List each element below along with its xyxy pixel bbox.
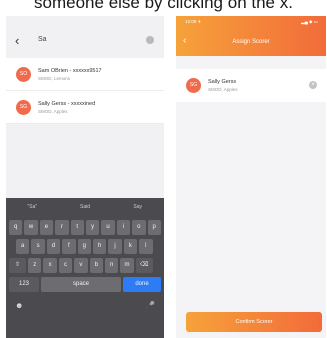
key-l[interactable]: l [139, 239, 153, 254]
key-n[interactable]: n [104, 258, 119, 273]
assign-scorer-screen: 12:08 ✈ ▂▄ ◆ ▭ ‹ Assign Scorer SG Sally … [176, 16, 326, 338]
keyboard-row-3: ⇧ z x c v b n m ⌫ [9, 258, 153, 273]
result-name: Sam OBrien - xxxxxx9517 [38, 68, 102, 74]
suggestion-item[interactable]: Said [59, 198, 112, 216]
key-s[interactable]: s [31, 239, 45, 254]
key-p[interactable]: p [147, 220, 161, 235]
key-y[interactable]: y [85, 220, 100, 235]
key-r[interactable]: r [55, 220, 69, 235]
key-z[interactable]: z [28, 258, 42, 273]
keyboard-row-4: 123 space done [9, 277, 161, 292]
list-item[interactable]: SO Sam OBrien - xxxxxx9517 SMOD, Lemons [6, 58, 164, 91]
done-key[interactable]: done [123, 277, 161, 292]
key-x[interactable]: x [43, 258, 57, 273]
avatar: SG [186, 78, 201, 93]
key-h[interactable]: h [92, 239, 107, 254]
key-d[interactable]: d [46, 239, 61, 254]
key-b[interactable]: b [89, 258, 103, 273]
back-chevron-icon[interactable]: ‹ [15, 34, 19, 47]
key-o[interactable]: o [132, 220, 146, 235]
suggestion-item[interactable]: "Sa" [6, 198, 59, 216]
key-q[interactable]: q [9, 220, 23, 235]
key-c[interactable]: c [58, 258, 73, 273]
suggestion-item[interactable]: Say [111, 198, 164, 216]
backspace-key[interactable]: ⌫ [135, 258, 153, 273]
numbers-key[interactable]: 123 [9, 277, 39, 292]
keyboard-suggestions: "Sa" Said Say [6, 198, 164, 216]
key-t[interactable]: t [70, 220, 84, 235]
scorer-subtitle: SMOD, Apples [208, 87, 238, 92]
key-a[interactable]: a [16, 239, 30, 254]
key-f[interactable]: f [62, 239, 76, 254]
keyboard-row-1: qwertyuiop [9, 220, 161, 235]
key-m[interactable]: m [120, 258, 134, 273]
keyboard-row-2: asdfghjkl [16, 239, 153, 254]
result-subtitle: SMOD, Apples [38, 109, 68, 114]
key-v[interactable]: v [74, 258, 88, 273]
search-input[interactable]: Sa [38, 36, 47, 43]
on-screen-keyboard: "Sa" Said Say qwertyuiop asdfghjkl ⇧ zxc… [6, 198, 164, 338]
page-title: Assign Scorer [232, 39, 270, 45]
microphone-icon[interactable]: 🎤 [145, 301, 155, 310]
selected-scorer: SG Sally Gerss SMOD, Apples × [176, 69, 326, 102]
instruction-caption: someone else by clicking on the x. [34, 0, 293, 12]
avatar: SO [16, 67, 31, 82]
search-results: SO Sam OBrien - xxxxxx9517 SMOD, Lemons … [6, 58, 164, 124]
key-w[interactable]: w [24, 220, 38, 235]
key-k[interactable]: k [123, 239, 138, 254]
list-item[interactable]: SG Sally Gerss - xxxxxined SMOD, Apples [6, 91, 164, 124]
key-u[interactable]: u [101, 220, 115, 235]
avatar: SG [16, 100, 31, 115]
key-i[interactable]: i [116, 220, 131, 235]
scorer-name: Sally Gerss [208, 79, 237, 85]
key-g[interactable]: g [77, 239, 91, 254]
status-icons: ▂▄ ◆ ▭ [301, 19, 318, 24]
key-e[interactable]: e [39, 220, 54, 235]
remove-scorer-icon[interactable]: × [309, 81, 317, 89]
shift-key[interactable]: ⇧ [9, 258, 26, 273]
space-key[interactable]: space [41, 277, 121, 292]
search-screen: ‹ Sa SO Sam OBrien - xxxxxx9517 SMOD, Le… [6, 16, 164, 338]
result-name: Sally Gerss - xxxxxined [38, 101, 96, 107]
status-time: 12:08 ✈ [185, 19, 202, 24]
confirm-scorer-button[interactable]: Confirm Scorer [186, 312, 322, 332]
key-j[interactable]: j [108, 239, 122, 254]
emoji-icon[interactable]: ☻ [15, 301, 23, 310]
result-subtitle: SMOD, Lemons [38, 76, 71, 81]
app-header: 12:08 ✈ ▂▄ ◆ ▭ ‹ Assign Scorer [176, 16, 326, 56]
clear-search-icon[interactable] [146, 36, 154, 44]
search-bar: ‹ Sa [6, 30, 164, 52]
